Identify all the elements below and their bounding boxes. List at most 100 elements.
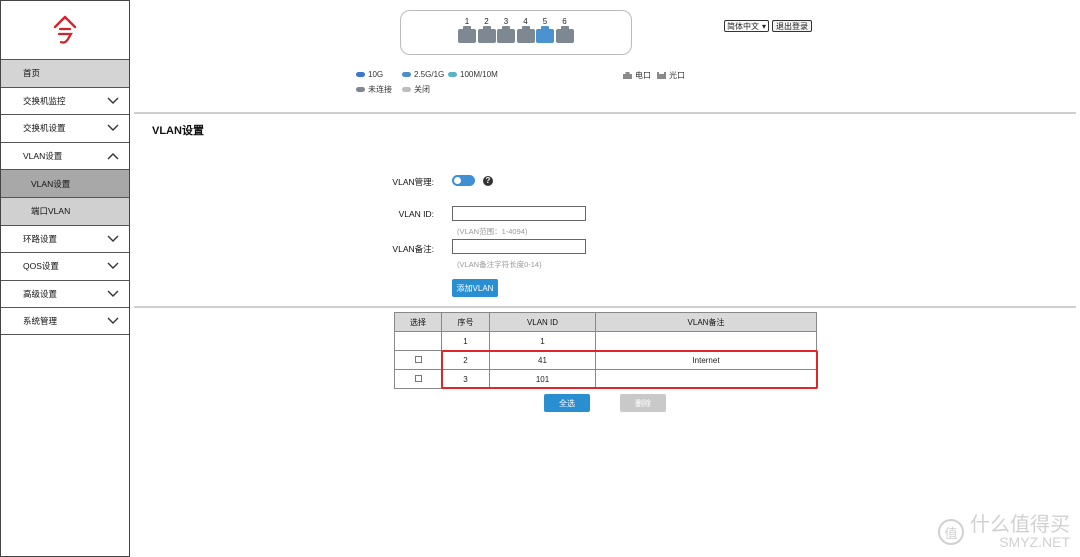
table-row: 3 101: [394, 369, 817, 389]
cell-select: [394, 369, 442, 389]
legend-25g: 2.5G/1G: [402, 70, 444, 79]
vlan-table-body: 1 1 2 41 Internet 3 101: [394, 331, 817, 389]
delete-button[interactable]: 删除: [620, 394, 666, 412]
sidebar-item-label: QOS设置: [23, 261, 59, 272]
port-number: 4: [523, 17, 528, 26]
cell-vlan-note: [595, 369, 817, 389]
row-checkbox[interactable]: [414, 374, 422, 382]
sidebar-item-label: VLAN设置: [23, 151, 63, 162]
header-divider: [134, 112, 1076, 114]
add-vlan-button[interactable]: 添加VLAN: [452, 279, 498, 297]
sidebar-item-label: 高级设置: [23, 289, 58, 300]
vlan-id-input[interactable]: [452, 206, 586, 221]
sidebar-item-home[interactable]: 首页: [1, 59, 129, 87]
sidebar-item-switch-settings[interactable]: 交换机设置: [1, 114, 129, 142]
port-2[interactable]: 2: [477, 17, 496, 43]
ethernet-port-icon: [555, 26, 574, 43]
legend-disconnected-swatch: [356, 87, 365, 92]
cell-vlan-id: 101: [489, 369, 596, 389]
help-icon[interactable]: ?: [483, 176, 493, 186]
legend-optical-port-label: 光口: [669, 71, 685, 80]
sidebar-item-label: 环路设置: [23, 233, 58, 244]
col-header-index: 序号: [441, 312, 490, 332]
table-row: 11: [394, 331, 817, 351]
port-number: 3: [503, 17, 509, 26]
sidebar-item-port-vlan[interactable]: 端口VLAN: [1, 196, 129, 225]
port-5[interactable]: 5: [536, 17, 554, 43]
chevron-down-icon: [107, 97, 119, 104]
col-header-vlan-note: VLAN备注: [595, 312, 817, 332]
port-status-panel: 1 2 3 4 5 6: [400, 10, 632, 55]
legend-off-label: 关闭: [414, 85, 430, 94]
port-1[interactable]: 1: [458, 17, 476, 43]
port-number: 2: [484, 17, 489, 26]
ethernet-port-icon: [516, 26, 535, 43]
ethernet-port-icon: [477, 26, 496, 43]
cell-index: 1: [441, 331, 490, 351]
col-header-select: 选择: [394, 312, 442, 332]
optical-port-icon: [657, 72, 666, 79]
vlan-note-hint: (VLAN备注字符长度0-14): [457, 260, 542, 269]
legend-25g-label: 2.5G/1G: [414, 70, 445, 79]
legend-disconnected: 未连接: [356, 84, 392, 95]
vlan-table: 选择 序号 VLAN ID VLAN备注 1 1 2 41 Internet 3 101: [394, 312, 817, 389]
legend-25g-swatch: [402, 72, 411, 77]
sidebar-item-label: 端口VLAN: [31, 206, 71, 217]
port-4[interactable]: 4: [516, 17, 535, 43]
legend-100m: 100M/10M: [448, 70, 498, 79]
legend-off-swatch: [402, 87, 411, 92]
table-row: 2 41 Internet: [394, 350, 817, 370]
col-header-vlan-id: VLAN ID: [489, 312, 596, 332]
sidebar-item-vlan-settings-sub[interactable]: VLAN设置: [1, 169, 129, 197]
page-title: VLAN设置: [152, 125, 204, 137]
legend-off: 关闭: [402, 84, 430, 95]
vlan-note-input[interactable]: [452, 239, 586, 254]
chevron-up-icon: [107, 153, 119, 160]
header-controls: 简体中文 ▾ 退出登录: [724, 20, 812, 32]
legend-10g: 10G: [356, 70, 383, 79]
watermark: 值 什么值得买 SMYZ.NET: [938, 515, 1070, 549]
chevron-down-icon: ▾: [761, 21, 766, 31]
chevron-down-icon: [107, 290, 119, 298]
legend-optical-port: 光口: [657, 70, 685, 81]
sidebar-item-system-management[interactable]: 系统管理: [1, 307, 129, 335]
language-select[interactable]: 简体中文 ▾: [724, 20, 769, 32]
cell-vlan-note: [595, 331, 817, 351]
cell-vlan-id: 1: [489, 331, 596, 351]
table-header-row: 选择 序号 VLAN ID VLAN备注: [394, 312, 817, 332]
vlan-manage-toggle[interactable]: [452, 175, 475, 186]
sidebar-item-label: 首页: [23, 68, 41, 79]
legend-100m-swatch: [448, 72, 457, 77]
form-divider: [134, 306, 1076, 308]
sidebar-item-advanced-settings[interactable]: 高级设置: [1, 279, 129, 308]
select-all-button[interactable]: 全选: [544, 394, 590, 412]
sidebar-item-label: 系统管理: [23, 316, 58, 327]
brand-logo: [1, 1, 129, 59]
cell-select: [394, 331, 442, 351]
port-6[interactable]: 6: [555, 17, 574, 43]
legend-disconnected-label: 未连接: [368, 85, 392, 94]
sidebar-item-label: VLAN设置: [31, 178, 71, 189]
sidebar-item-vlan-settings[interactable]: VLAN设置: [1, 141, 129, 170]
legend-electric-port: 电口: [623, 70, 651, 81]
logo-mark: [53, 15, 77, 44]
sidebar-item-qos-settings[interactable]: QOS设置: [1, 252, 129, 280]
logout-button[interactable]: 退出登录: [772, 20, 812, 32]
port-number: 5: [542, 17, 548, 26]
row-checkbox[interactable]: [414, 355, 422, 363]
port-3[interactable]: 3: [497, 17, 515, 43]
cell-index: 3: [441, 369, 490, 389]
language-select-value: 简体中文: [727, 21, 759, 31]
chevron-down-icon: [107, 262, 119, 270]
watermark-text: 什么值得买: [970, 514, 1070, 536]
electric-port-icon: [623, 72, 632, 79]
sidebar-item-switch-monitor[interactable]: 交换机监控: [1, 86, 129, 115]
legend-100m-label: 100M/10M: [460, 70, 498, 79]
watermark-text-group: 什么值得买 SMYZ.NET: [970, 515, 1070, 549]
chevron-down-icon: [107, 317, 119, 325]
sidebar-item-loop-settings[interactable]: 环路设置: [1, 224, 129, 253]
chevron-down-icon: [107, 124, 119, 132]
watermark-icon: 值: [938, 519, 964, 545]
cell-vlan-id: 41: [489, 350, 596, 370]
sidebar-item-label: 交换机设置: [23, 123, 66, 134]
